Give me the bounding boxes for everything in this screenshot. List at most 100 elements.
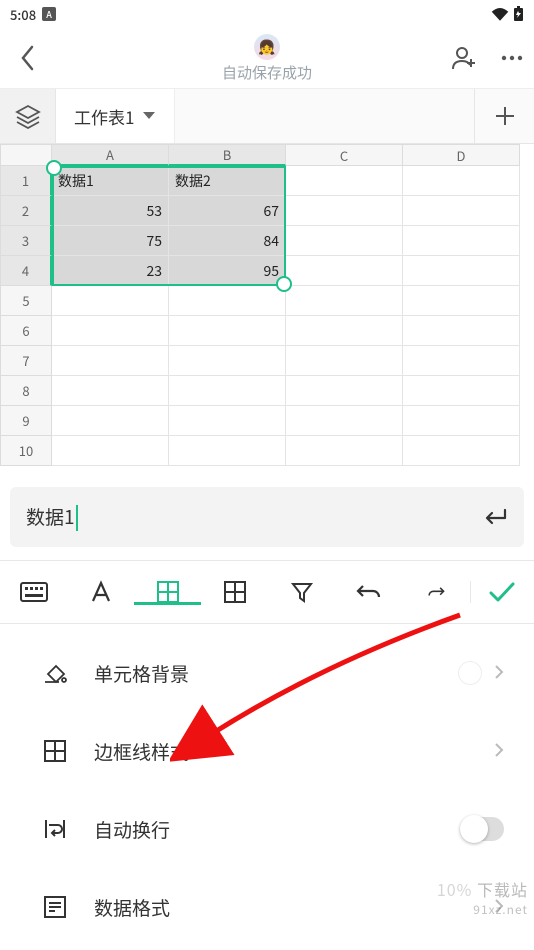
cell[interactable] — [286, 376, 403, 406]
format-toolbar — [0, 560, 534, 624]
cell[interactable] — [403, 316, 520, 346]
cell[interactable]: 23 — [52, 256, 169, 286]
cell[interactable] — [286, 226, 403, 256]
cell[interactable] — [169, 406, 286, 436]
select-all-corner[interactable] — [0, 144, 52, 166]
cell[interactable]: 数据2 — [169, 166, 286, 196]
redo-icon — [427, 582, 445, 602]
keyboard-button[interactable] — [0, 582, 67, 602]
col-header-a[interactable]: A — [52, 144, 169, 166]
cell[interactable]: 67 — [169, 196, 286, 226]
user-add-icon — [451, 45, 477, 71]
cell[interactable] — [286, 406, 403, 436]
cell[interactable] — [52, 346, 169, 376]
watermark: 10% 下载站 91xz.net — [437, 877, 528, 918]
cell[interactable] — [286, 286, 403, 316]
cell[interactable] — [169, 376, 286, 406]
cell[interactable] — [286, 346, 403, 376]
cell[interactable] — [403, 256, 520, 286]
row-header[interactable]: 1 — [0, 166, 52, 196]
cell-format-button[interactable] — [134, 580, 201, 604]
table-button[interactable] — [201, 580, 268, 604]
cell[interactable] — [169, 346, 286, 376]
row-header[interactable]: 9 — [0, 406, 52, 436]
wrap-icon — [43, 817, 67, 841]
cell[interactable] — [169, 316, 286, 346]
row-header[interactable]: 5 — [0, 286, 52, 316]
cell[interactable] — [286, 316, 403, 346]
more-button[interactable] — [490, 36, 534, 80]
clock: 5:08 — [10, 5, 36, 24]
cell[interactable] — [403, 226, 520, 256]
cell[interactable] — [286, 166, 403, 196]
row-header[interactable]: 3 — [0, 226, 52, 256]
col-header-c[interactable]: C — [286, 144, 403, 166]
cell[interactable]: 84 — [169, 226, 286, 256]
cell[interactable] — [169, 286, 286, 316]
cell[interactable] — [403, 286, 520, 316]
formula-text: 数据1 — [26, 503, 75, 530]
cell[interactable] — [403, 436, 520, 466]
cell[interactable] — [403, 376, 520, 406]
share-user-button[interactable] — [442, 36, 486, 80]
filter-button[interactable] — [269, 580, 336, 604]
cell[interactable]: 75 — [52, 226, 169, 256]
row-header[interactable]: 2 — [0, 196, 52, 226]
add-sheet-button[interactable] — [474, 89, 534, 143]
cell-background-option[interactable]: 单元格背景 — [0, 634, 534, 712]
cell[interactable] — [403, 406, 520, 436]
cell[interactable] — [52, 376, 169, 406]
option-label: 单元格背景 — [94, 660, 434, 687]
row-header[interactable]: 4 — [0, 256, 52, 286]
active-tab-indicator — [134, 602, 201, 605]
color-preview — [458, 661, 482, 685]
redo-button[interactable] — [403, 582, 470, 602]
formula-bar[interactable]: 数据1 — [10, 487, 524, 547]
caret-down-icon — [142, 111, 156, 121]
cell[interactable]: 95 — [169, 256, 286, 286]
sheets-list-button[interactable] — [0, 89, 56, 143]
toggle-switch[interactable] — [460, 817, 504, 841]
cell[interactable] — [286, 196, 403, 226]
wrap-text-option[interactable]: 自动换行 — [0, 790, 534, 868]
chevron-left-icon — [20, 45, 36, 71]
cell[interactable] — [286, 256, 403, 286]
cell[interactable] — [52, 436, 169, 466]
undo-icon — [356, 582, 382, 602]
cell[interactable] — [403, 346, 520, 376]
number-format-icon — [43, 895, 67, 919]
cell[interactable] — [403, 166, 520, 196]
enter-icon[interactable] — [482, 507, 508, 527]
row-header[interactable]: 8 — [0, 376, 52, 406]
font-icon — [89, 580, 113, 604]
paint-bucket-icon — [42, 660, 68, 686]
cell[interactable] — [52, 406, 169, 436]
col-header-b[interactable]: B — [169, 144, 286, 166]
border-style-option[interactable]: 边框线样式 — [0, 712, 534, 790]
font-button[interactable] — [67, 580, 134, 604]
watermark-pct: 10% — [437, 877, 473, 901]
watermark-text: 下载站 — [477, 877, 528, 901]
cell[interactable] — [403, 196, 520, 226]
cell[interactable] — [169, 436, 286, 466]
app-header: 👧 自动保存成功 — [0, 28, 534, 88]
cell[interactable] — [52, 316, 169, 346]
back-button[interactable] — [8, 45, 48, 71]
confirm-button[interactable] — [470, 581, 534, 603]
check-icon — [488, 581, 516, 603]
row-header[interactable]: 7 — [0, 346, 52, 376]
col-header-d[interactable]: D — [403, 144, 520, 166]
spreadsheet[interactable]: A B C D 1 数据1 数据2 2 53 67 3 75 84 4 — [0, 144, 534, 473]
active-sheet-tab[interactable]: 工作表1 — [56, 89, 175, 143]
cell[interactable]: 数据1 — [52, 166, 169, 196]
formula-input[interactable]: 数据1 — [26, 503, 482, 532]
row-header[interactable]: 10 — [0, 436, 52, 466]
cell[interactable] — [286, 436, 403, 466]
option-label: 边框线样式 — [94, 738, 470, 765]
cell[interactable]: 53 — [52, 196, 169, 226]
save-status: 自动保存成功 — [222, 62, 312, 83]
undo-button[interactable] — [336, 582, 403, 602]
row-header[interactable]: 6 — [0, 316, 52, 346]
battery-icon — [513, 6, 524, 22]
cell[interactable] — [52, 286, 169, 316]
